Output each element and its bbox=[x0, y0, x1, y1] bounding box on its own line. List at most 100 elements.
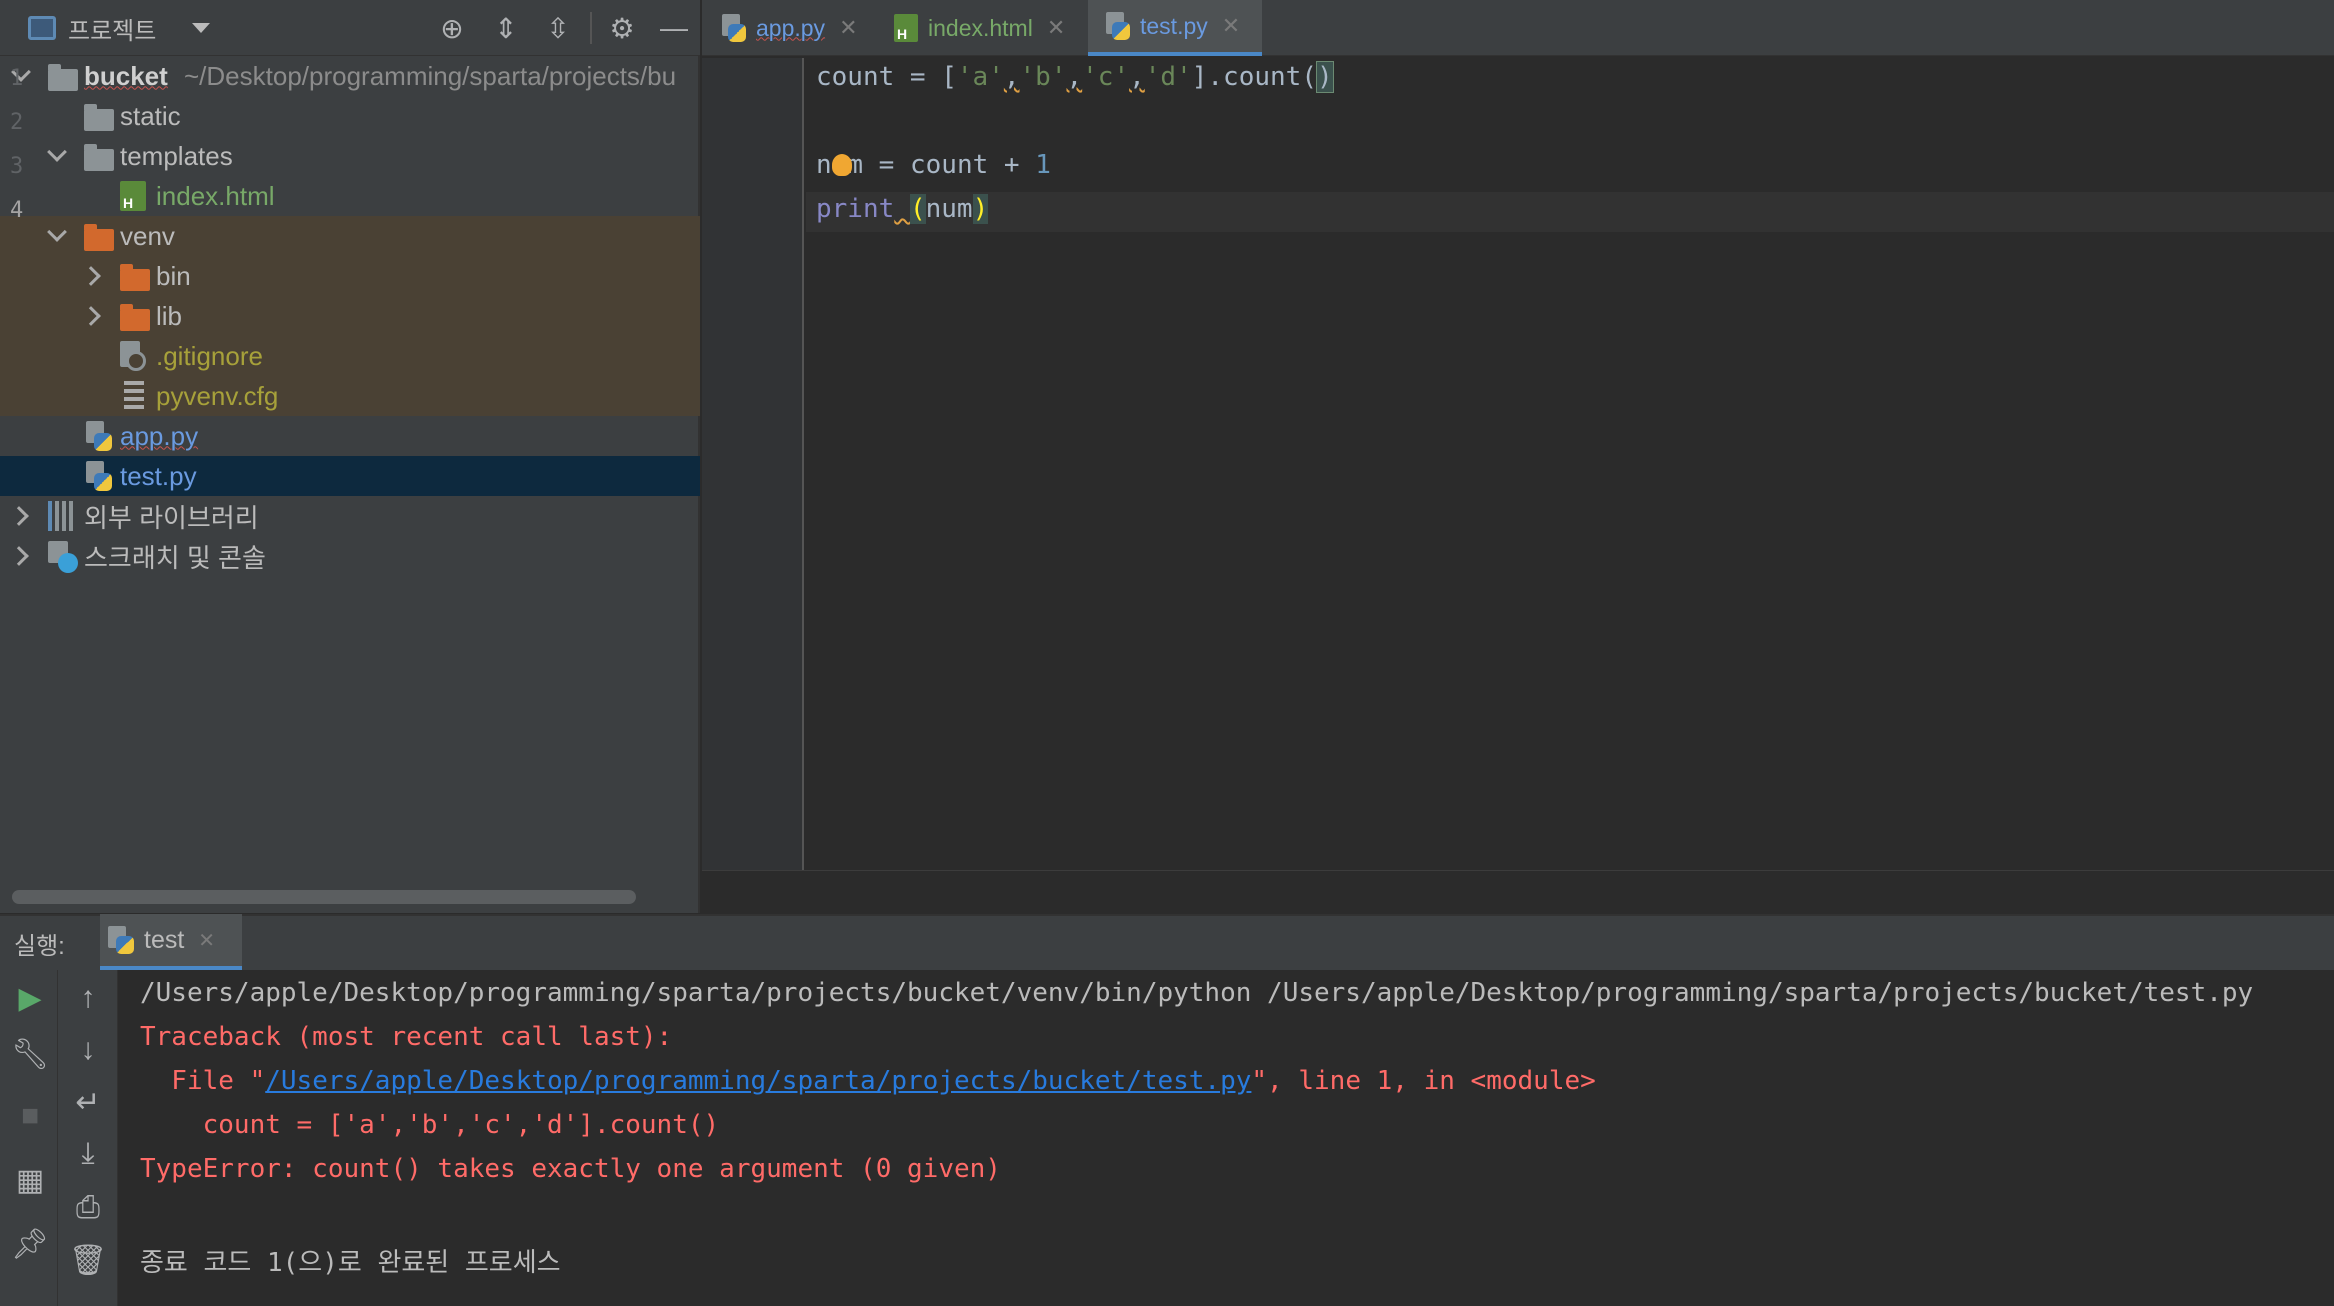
chevron-right-icon[interactable] bbox=[9, 546, 29, 566]
code-warning-space bbox=[894, 194, 910, 224]
arrow-up-icon[interactable]: ↑ bbox=[68, 978, 108, 1018]
code-token: ].count( bbox=[1191, 62, 1317, 92]
tab-test-py[interactable]: test.py ✕ bbox=[1088, 0, 1262, 56]
tree-item-index-html[interactable]: index.html bbox=[0, 176, 700, 216]
console-file-line: File "/Users/apple/Desktop/programming/s… bbox=[140, 1066, 1595, 1096]
matched-paren: ( bbox=[909, 194, 926, 224]
print-icon[interactable]: ⎙ bbox=[68, 1188, 108, 1228]
folder-icon bbox=[84, 224, 114, 251]
close-icon[interactable]: ✕ bbox=[1222, 13, 1240, 39]
chevron-down-icon[interactable] bbox=[47, 142, 67, 162]
close-icon[interactable]: ✕ bbox=[1047, 15, 1065, 41]
tree-item-external-libraries[interactable]: 외부 라이브러리 bbox=[0, 496, 700, 536]
console-traceback: Traceback (most recent call last): bbox=[140, 1022, 673, 1052]
close-icon[interactable]: ✕ bbox=[198, 928, 215, 953]
tree-item-gitignore[interactable]: .gitignore bbox=[0, 336, 700, 376]
tab-label: app.py bbox=[756, 14, 826, 41]
tree-root-path: ~/Desktop/programming/sparta/projects/bu bbox=[184, 60, 677, 91]
tree-item-label: test.py bbox=[120, 460, 197, 491]
code-number: 1 bbox=[1035, 150, 1051, 180]
minimize-icon[interactable]: — bbox=[656, 12, 692, 44]
tab-label: index.html bbox=[928, 14, 1033, 41]
config-file-icon bbox=[124, 381, 144, 411]
matched-paren: ) bbox=[1316, 61, 1334, 93]
close-icon[interactable]: ✕ bbox=[839, 15, 857, 41]
tree-item-label: app.py bbox=[120, 420, 199, 451]
html-file-icon bbox=[120, 181, 146, 211]
stop-icon[interactable]: ■ bbox=[10, 1096, 50, 1136]
python-file-icon bbox=[86, 461, 112, 491]
chevron-down-icon[interactable] bbox=[47, 222, 67, 242]
scratches-icon bbox=[48, 541, 78, 573]
tree-item-pyvenv-cfg[interactable]: pyvenv.cfg bbox=[0, 376, 700, 416]
tree-item-label: bin bbox=[156, 260, 191, 291]
tree-item-bin[interactable]: bin bbox=[0, 256, 700, 296]
editor-tab-bar: app.py ✕ index.html ✕ test.py ✕ bbox=[702, 0, 2334, 56]
python-file-icon bbox=[722, 14, 746, 42]
tree-item-label: 외부 라이브러리 bbox=[84, 502, 259, 533]
trash-icon[interactable]: 🗑︎ bbox=[68, 1240, 108, 1280]
python-icon bbox=[108, 926, 134, 954]
tab-index-html[interactable]: index.html ✕ bbox=[894, 0, 1094, 56]
tree-item-test-py[interactable]: test.py bbox=[0, 456, 700, 496]
tree-item-scratches[interactable]: 스크래치 및 콘솔 bbox=[0, 536, 700, 576]
tree-item-label: static bbox=[120, 100, 181, 131]
project-window-icon bbox=[28, 16, 56, 40]
tree-item-bucket[interactable]: bucket ~/Desktop/programming/sparta/proj… bbox=[0, 56, 700, 96]
toolbar-divider bbox=[590, 12, 592, 44]
collapse-all-icon[interactable]: ⇳ bbox=[540, 12, 576, 44]
code-string: 'd' bbox=[1144, 62, 1192, 92]
tree-root-name: bucket bbox=[84, 60, 168, 91]
code-warning-comma: , bbox=[1003, 62, 1020, 92]
code-warning-comma: , bbox=[1129, 62, 1145, 92]
code-token: count bbox=[816, 62, 895, 92]
rerun-icon[interactable]: ▶ bbox=[10, 978, 50, 1018]
folder-icon bbox=[84, 144, 114, 171]
code-builtin: print bbox=[816, 194, 895, 224]
tree-item-lib[interactable]: lib bbox=[0, 296, 700, 336]
project-toolbar: 프로젝트 ⊕ ⇕ ⇳ ⚙ — bbox=[0, 0, 700, 56]
console-file-link[interactable]: /Users/apple/Desktop/programming/sparta/… bbox=[265, 1066, 1251, 1096]
layout-icon[interactable]: ▦ bbox=[10, 1160, 50, 1200]
chevron-right-icon[interactable] bbox=[9, 506, 29, 526]
console-error-message: TypeError: count() takes exactly one arg… bbox=[140, 1154, 1001, 1184]
tab-app-py[interactable]: app.py ✕ bbox=[722, 0, 882, 56]
lightbulb-icon[interactable] bbox=[832, 154, 852, 176]
code-line-1: count = ['a','b','c','d'].count() bbox=[816, 61, 1334, 93]
code-token: num bbox=[925, 194, 973, 224]
console-process-finished: 종료 코드 1(으)로 완료된 프로세스 bbox=[140, 1248, 561, 1278]
run-label: 실행: bbox=[14, 933, 65, 960]
arrow-down-icon[interactable]: ↓ bbox=[68, 1030, 108, 1070]
tree-item-static[interactable]: static bbox=[0, 96, 700, 136]
chevron-right-icon[interactable] bbox=[81, 266, 101, 286]
locate-icon[interactable]: ⊕ bbox=[434, 12, 470, 44]
code-token: n bbox=[816, 150, 832, 180]
run-tab-test[interactable]: test ✕ bbox=[100, 914, 242, 970]
folder-icon bbox=[48, 64, 78, 91]
tree-item-venv[interactable]: venv bbox=[0, 216, 700, 256]
caret-line-highlight bbox=[806, 192, 2334, 232]
code-token: = bbox=[894, 62, 942, 92]
line-number-gutter bbox=[702, 58, 804, 870]
tree-item-app-py[interactable]: app.py bbox=[0, 416, 700, 456]
pin-icon[interactable]: 📌︎ bbox=[10, 1224, 50, 1264]
run-tool-window-header bbox=[0, 914, 2334, 970]
project-view-selector[interactable]: 프로젝트 bbox=[28, 12, 211, 45]
gear-icon[interactable]: ⚙ bbox=[604, 12, 640, 44]
tree-item-label: index.html bbox=[156, 180, 275, 211]
folder-icon bbox=[84, 104, 114, 131]
folder-icon bbox=[120, 264, 150, 291]
python-file-icon bbox=[86, 421, 112, 451]
scroll-to-end-icon[interactable]: ⤓ bbox=[68, 1134, 108, 1174]
chevron-down-icon[interactable] bbox=[192, 23, 211, 33]
code-string: 'b' bbox=[1019, 62, 1067, 92]
soft-wrap-icon[interactable]: ↵ bbox=[68, 1082, 108, 1122]
expand-all-icon[interactable]: ⇕ bbox=[488, 12, 524, 44]
wrench-icon[interactable]: 🔧︎ bbox=[10, 1034, 50, 1074]
horizontal-scrollbar[interactable] bbox=[12, 890, 636, 904]
editor-bottom-bar bbox=[702, 870, 2334, 914]
tree-item-label: .gitignore bbox=[156, 340, 263, 371]
tree-item-templates[interactable]: templates bbox=[0, 136, 700, 176]
code-string: 'c' bbox=[1082, 62, 1130, 92]
chevron-right-icon[interactable] bbox=[81, 306, 101, 326]
